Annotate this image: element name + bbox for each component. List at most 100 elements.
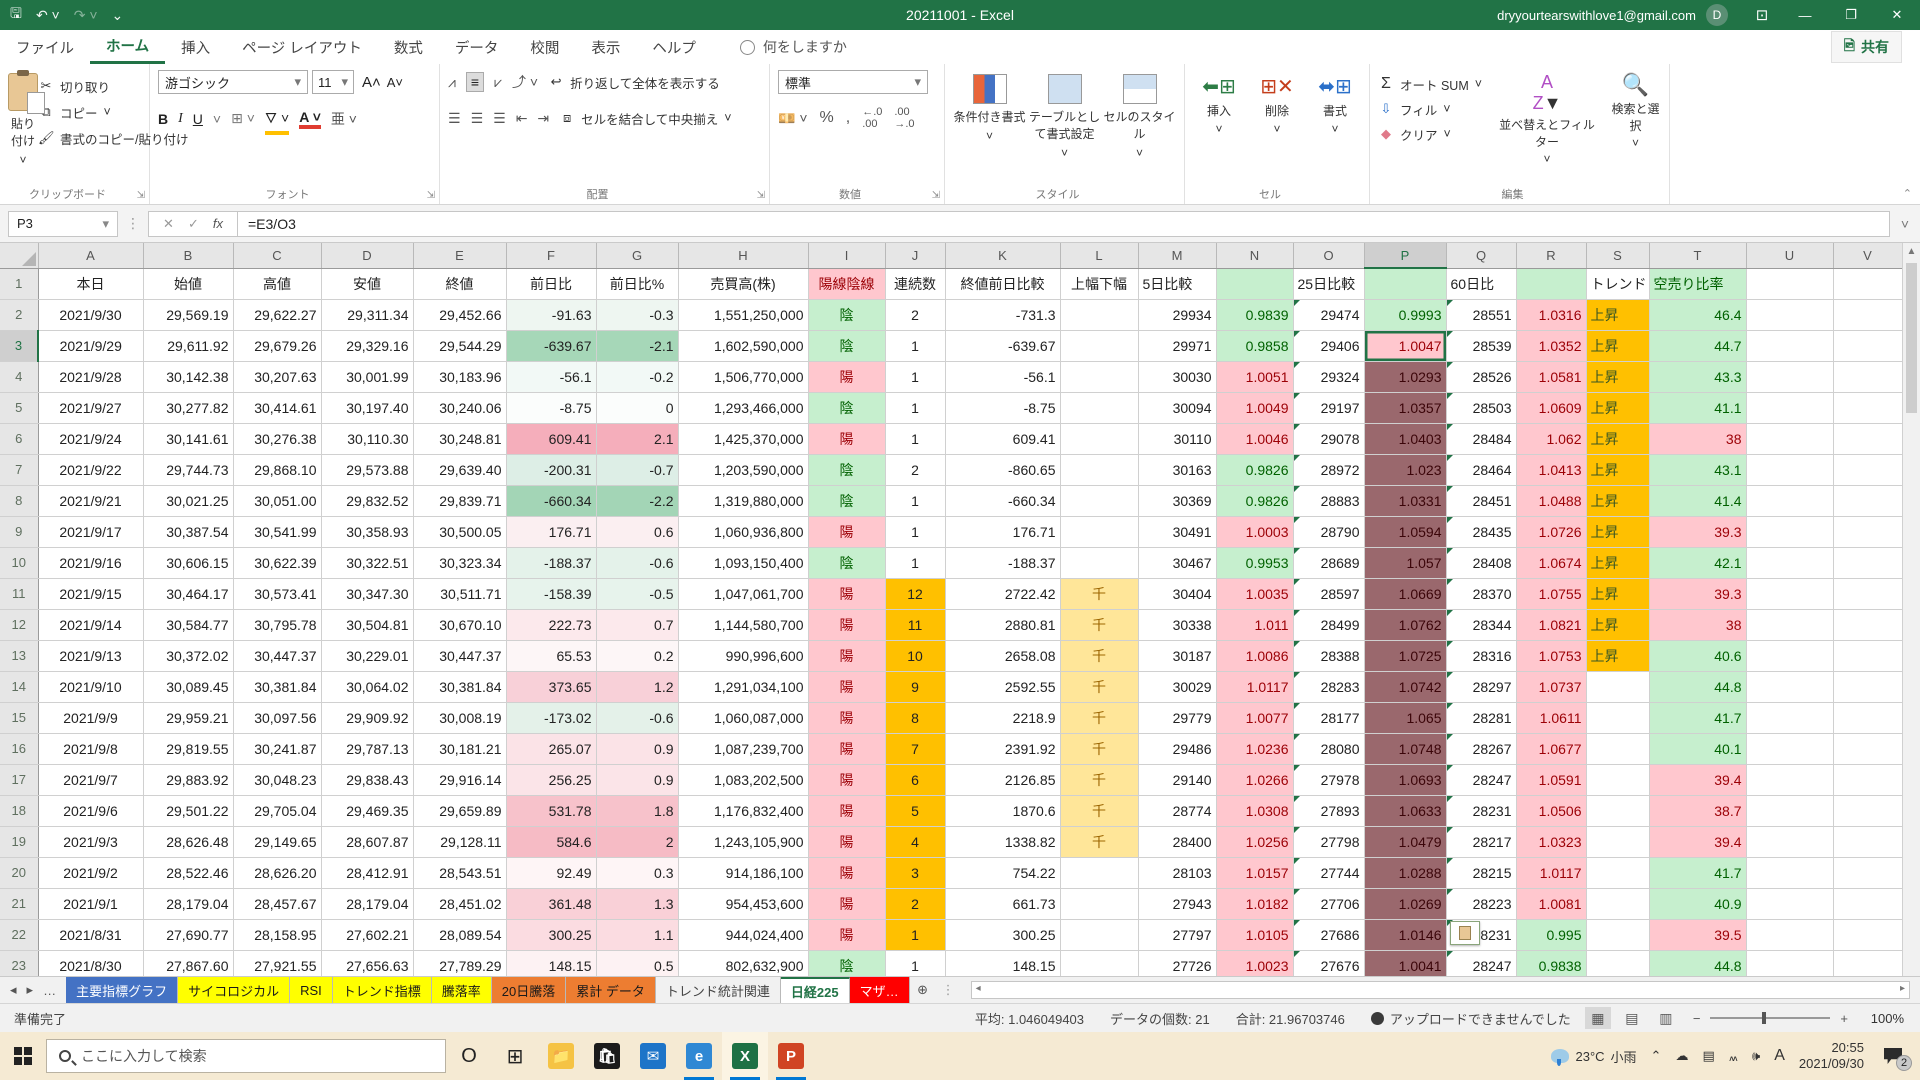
cell-K14[interactable]: 2592.55 (945, 671, 1060, 702)
cell-G22[interactable]: 1.1 (596, 919, 678, 950)
row-header-19[interactable]: 19 (0, 826, 38, 857)
cell-I7[interactable]: 陰 (808, 454, 885, 485)
cell-V6[interactable] (1833, 423, 1902, 454)
zoom-slider-thumb[interactable] (1762, 1012, 1766, 1024)
cell-U10[interactable] (1746, 547, 1833, 578)
cell-D6[interactable]: 30,110.30 (321, 423, 413, 454)
wrap-text-button[interactable]: ↩折り返して全体を表示する (548, 70, 720, 94)
cell-T8[interactable]: 41.4 (1649, 485, 1746, 516)
cell-M3[interactable]: 29971 (1138, 330, 1216, 361)
cell-E6[interactable]: 30,248.81 (413, 423, 506, 454)
column-header-Q[interactable]: Q (1446, 243, 1516, 268)
cell-A16[interactable]: 2021/9/8 (38, 733, 143, 764)
cell-F6[interactable]: 609.41 (506, 423, 596, 454)
cell-A14[interactable]: 2021/9/10 (38, 671, 143, 702)
cell-T16[interactable]: 40.1 (1649, 733, 1746, 764)
cell-Q3[interactable]: 28539 (1446, 330, 1516, 361)
cell-F20[interactable]: 92.49 (506, 857, 596, 888)
cell-G16[interactable]: 0.9 (596, 733, 678, 764)
cell-M13[interactable]: 30187 (1138, 640, 1216, 671)
cell-G20[interactable]: 0.3 (596, 857, 678, 888)
header-cell-J1[interactable]: 連続数 (885, 268, 945, 299)
cell-G13[interactable]: 0.2 (596, 640, 678, 671)
cell-E18[interactable]: 29,659.89 (413, 795, 506, 826)
column-header-N[interactable]: N (1216, 243, 1293, 268)
ribbon-tab-ページ レイアウト[interactable]: ページ レイアウト (226, 30, 378, 64)
cell-U12[interactable] (1746, 609, 1833, 640)
column-header-D[interactable]: D (321, 243, 413, 268)
cell-G5[interactable]: 0 (596, 392, 678, 423)
cell-A2[interactable]: 2021/9/30 (38, 299, 143, 330)
cell-J15[interactable]: 8 (885, 702, 945, 733)
cell-V23[interactable] (1833, 950, 1902, 976)
cell-L23[interactable] (1060, 950, 1138, 976)
cell-N13[interactable]: 1.0086 (1216, 640, 1293, 671)
column-header-V[interactable]: V (1833, 243, 1902, 268)
taskbar-search-input[interactable]: ここに入力して検索 (46, 1039, 446, 1073)
cell-Q5[interactable]: 28503 (1446, 392, 1516, 423)
cell-K19[interactable]: 1338.82 (945, 826, 1060, 857)
header-cell-D1[interactable]: 安値 (321, 268, 413, 299)
cell-G4[interactable]: -0.2 (596, 361, 678, 392)
sheet-tab-トレンド指標[interactable]: トレンド指標 (333, 977, 432, 1003)
sheet-tab-騰落率[interactable]: 騰落率 (432, 977, 492, 1003)
cell-C20[interactable]: 28,626.20 (233, 857, 321, 888)
cell-G15[interactable]: -0.6 (596, 702, 678, 733)
cell-B19[interactable]: 28,626.48 (143, 826, 233, 857)
font-color-icon[interactable]: A ˅ (299, 109, 321, 129)
header-cell-N1[interactable] (1216, 268, 1293, 299)
orientation-icon[interactable]: ⤴ ˅ (512, 72, 538, 92)
cell-K22[interactable]: 300.25 (945, 919, 1060, 950)
minimize-button[interactable]: — (1782, 0, 1828, 30)
cell-F12[interactable]: 222.73 (506, 609, 596, 640)
cell-D12[interactable]: 30,504.81 (321, 609, 413, 640)
cell-J12[interactable]: 11 (885, 609, 945, 640)
header-cell-I1[interactable]: 陽線陰線 (808, 268, 885, 299)
cell-D19[interactable]: 28,607.87 (321, 826, 413, 857)
cell-D13[interactable]: 30,229.01 (321, 640, 413, 671)
cell-I15[interactable]: 陽 (808, 702, 885, 733)
font-size-select[interactable]: 11▾ (312, 70, 354, 94)
cell-K7[interactable]: -860.65 (945, 454, 1060, 485)
row-header-5[interactable]: 5 (0, 392, 38, 423)
expand-formula-bar-icon[interactable]: ˅ (1890, 216, 1920, 232)
cell-B16[interactable]: 29,819.55 (143, 733, 233, 764)
cell-B18[interactable]: 29,501.22 (143, 795, 233, 826)
align-top-icon[interactable]: ⩘ (448, 74, 456, 91)
cell-N15[interactable]: 1.0077 (1216, 702, 1293, 733)
sort-filter-button[interactable]: AZ▼ 並べ替えとフィルター˅ (1496, 70, 1598, 186)
increase-decimal-icon[interactable]: ←.0.00 (862, 106, 882, 130)
align-left-icon[interactable]: ☰ (448, 110, 461, 127)
cell-S13[interactable]: 上昇 (1586, 640, 1649, 671)
cell-G10[interactable]: -0.6 (596, 547, 678, 578)
sheet-tab-累計 データ[interactable]: 累計 データ (566, 977, 656, 1003)
account-email[interactable]: dryyourtearswithlove1@gmail.com (1497, 8, 1696, 23)
cell-G7[interactable]: -0.7 (596, 454, 678, 485)
formula-input[interactable]: =E3/O3 (238, 211, 1890, 237)
cell-P19[interactable]: 1.0479 (1364, 826, 1446, 857)
taskbar-task-view-icon[interactable]: ⊞ (492, 1032, 538, 1080)
cell-O17[interactable]: 27978 (1293, 764, 1364, 795)
header-cell-G1[interactable]: 前日比% (596, 268, 678, 299)
cell-P15[interactable]: 1.065 (1364, 702, 1446, 733)
align-middle-icon[interactable]: ≡ (466, 72, 484, 92)
cell-B2[interactable]: 29,569.19 (143, 299, 233, 330)
ribbon-tab-ヘルプ[interactable]: ヘルプ (636, 30, 712, 64)
cell-R10[interactable]: 1.0674 (1516, 547, 1586, 578)
cell-Q8[interactable]: 28451 (1446, 485, 1516, 516)
cell-J2[interactable]: 2 (885, 299, 945, 330)
column-header-P[interactable]: P (1364, 243, 1446, 268)
cell-I5[interactable]: 陰 (808, 392, 885, 423)
cell-T4[interactable]: 43.3 (1649, 361, 1746, 392)
number-dialog-launcher-icon[interactable]: ⇲ (932, 190, 940, 201)
cell-C16[interactable]: 30,241.87 (233, 733, 321, 764)
cell-P8[interactable]: 1.0331 (1364, 485, 1446, 516)
cell-L12[interactable]: 千 (1060, 609, 1138, 640)
borders-icon[interactable]: ⊞ ˅ (231, 110, 255, 127)
row-header-12[interactable]: 12 (0, 609, 38, 640)
cell-F4[interactable]: -56.1 (506, 361, 596, 392)
column-header-B[interactable]: B (143, 243, 233, 268)
cell-H11[interactable]: 1,047,061,700 (678, 578, 808, 609)
normal-view-button[interactable]: ▦ (1585, 1007, 1611, 1029)
cell-M18[interactable]: 28774 (1138, 795, 1216, 826)
